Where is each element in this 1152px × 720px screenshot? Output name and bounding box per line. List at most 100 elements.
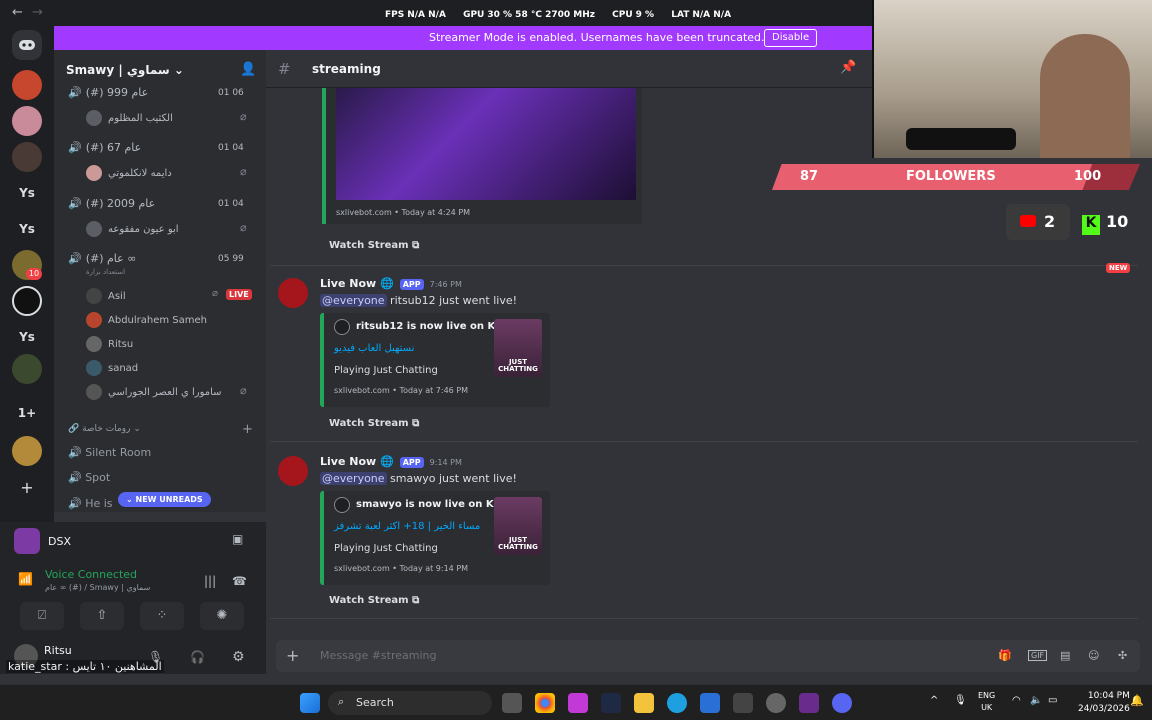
member-name: الكثيب المظلوم bbox=[108, 112, 173, 124]
notification-bell-icon[interactable]: 🔔 bbox=[1130, 694, 1144, 707]
noise-suppression-icon[interactable]: ||| bbox=[204, 574, 216, 588]
task-view-icon[interactable] bbox=[502, 693, 522, 713]
activity-card[interactable]: DSX bbox=[14, 528, 71, 554]
avatar[interactable] bbox=[278, 278, 308, 308]
server-icon[interactable] bbox=[12, 106, 42, 136]
server-icon[interactable]: 1+ bbox=[12, 398, 42, 428]
voice-member[interactable]: دايمه لانكلموتي bbox=[86, 165, 172, 181]
voice-status[interactable]: Voice Connected bbox=[45, 568, 137, 581]
gif-icon[interactable]: GIF bbox=[1028, 650, 1048, 661]
emoji-icon[interactable]: ☺ bbox=[1088, 649, 1099, 662]
add-channel-icon[interactable]: + bbox=[242, 422, 253, 437]
steam-icon[interactable] bbox=[766, 693, 786, 713]
voice-member[interactable]: الكثيب المظلوم bbox=[86, 110, 173, 126]
voice-channel[interactable]: 🔊 He is bbox=[68, 497, 113, 510]
watch-stream-button[interactable]: Watch Stream ⧉ bbox=[329, 240, 419, 251]
voice-member[interactable]: Ritsu bbox=[86, 336, 133, 352]
voice-channel[interactable]: 🔊 (#) 999 عام bbox=[68, 86, 148, 99]
gear-icon[interactable]: ⚙ bbox=[232, 649, 245, 665]
chrome-icon[interactable] bbox=[535, 693, 555, 713]
chevron-up-icon[interactable]: ^ bbox=[930, 695, 938, 706]
server-icon[interactable] bbox=[12, 142, 42, 172]
windows-start-icon[interactable] bbox=[300, 693, 320, 713]
taskbar-search[interactable]: ⌕ Search bbox=[328, 691, 492, 715]
author-name[interactable]: Live Now bbox=[320, 277, 376, 290]
server-icon[interactable]: Ys bbox=[12, 178, 42, 208]
battery-icon[interactable]: ▭ bbox=[1048, 695, 1057, 706]
pin-icon[interactable]: 📌 bbox=[840, 60, 856, 75]
voice-channel[interactable]: 🔊 (#) عام ∞ bbox=[68, 252, 136, 265]
discord-home-icon[interactable] bbox=[12, 30, 42, 60]
author-name[interactable]: Live Now bbox=[320, 455, 376, 468]
share-screen-button[interactable]: ⇧ bbox=[80, 602, 124, 630]
streamer-mode-text: Streamer Mode is enabled. Usernames have… bbox=[429, 31, 765, 44]
store-icon[interactable] bbox=[733, 693, 753, 713]
external-link-icon: ⧉ bbox=[412, 418, 420, 429]
headphones-icon[interactable]: 🎧 bbox=[190, 650, 205, 664]
app-icon[interactable] bbox=[799, 693, 819, 713]
attach-plus-icon[interactable]: + bbox=[286, 646, 299, 665]
embed-thumbnail[interactable]: JUST CHATTING bbox=[494, 497, 542, 555]
sticker-icon[interactable]: ▤ bbox=[1060, 649, 1070, 662]
disable-button[interactable]: Disable bbox=[764, 29, 818, 47]
watch-stream-button[interactable]: Watch Stream ⧉ bbox=[329, 595, 419, 606]
search-label: Search bbox=[356, 696, 394, 709]
message-input[interactable]: Message #streaming bbox=[320, 649, 436, 662]
embed-link[interactable]: نستهبل العاب فيديو bbox=[334, 343, 414, 354]
stream-preview-image[interactable] bbox=[336, 88, 636, 200]
link-icon: 🔗 bbox=[68, 424, 83, 434]
embed-thumbnail[interactable]: JUST CHATTING bbox=[494, 319, 542, 377]
outlook-icon[interactable] bbox=[700, 693, 720, 713]
server-icon[interactable] bbox=[12, 436, 42, 466]
microphone-icon[interactable]: 🎙 bbox=[954, 695, 967, 706]
voice-member[interactable]: سامورا ي العصر الجوراسي bbox=[86, 384, 222, 400]
server-icon[interactable]: Ys bbox=[12, 214, 42, 244]
voice-member[interactable]: ابو عيون مفقوعه bbox=[86, 221, 179, 237]
forward-arrow-icon[interactable]: → bbox=[32, 5, 43, 20]
active-server-icon[interactable] bbox=[12, 286, 42, 316]
everyone-mention[interactable]: @everyone bbox=[320, 294, 387, 307]
back-arrow-icon[interactable]: ← bbox=[12, 5, 23, 20]
add-server-icon[interactable]: + bbox=[12, 472, 42, 502]
category-header[interactable]: 🔗 رومات خاصة ⌄ bbox=[68, 424, 141, 434]
edge-icon[interactable] bbox=[667, 693, 687, 713]
kick-count: 10 bbox=[1106, 212, 1129, 231]
system-clock[interactable]: 10:04 PM 24/03/2026 bbox=[1078, 690, 1130, 716]
kick-viewers: K 10 bbox=[1082, 212, 1128, 235]
gift-icon[interactable]: 🎁 bbox=[998, 649, 1012, 662]
server-icon[interactable]: Ys bbox=[12, 322, 42, 352]
new-unreads-button[interactable]: ⌄ NEW UNREADS bbox=[118, 492, 211, 507]
voice-channel[interactable]: 🔊 (#) 2009 عام bbox=[68, 197, 155, 210]
voice-channel[interactable]: 🔊 (#) 67 عام bbox=[68, 141, 141, 154]
voice-channel[interactable]: 🔊 Silent Room bbox=[68, 446, 151, 459]
volume-icon[interactable]: 🔈 bbox=[1030, 695, 1042, 706]
soundboard-button[interactable]: ✺ bbox=[200, 602, 244, 630]
avatar[interactable] bbox=[278, 456, 308, 486]
apps-icon[interactable]: ✣ bbox=[1118, 649, 1127, 662]
screen-share-icon[interactable]: ▣ bbox=[232, 532, 243, 546]
add-member-icon[interactable]: 👤 bbox=[240, 62, 256, 77]
voice-channel[interactable]: 🔊 Spot bbox=[68, 471, 110, 484]
camera-off-button[interactable]: ⍁ bbox=[20, 602, 64, 630]
discord-taskbar-icon[interactable] bbox=[832, 693, 852, 713]
voice-member[interactable]: Abdulrahem Sameh bbox=[86, 312, 207, 328]
watch-stream-button[interactable]: Watch Stream ⧉ bbox=[329, 418, 419, 429]
voice-member[interactable]: sanad bbox=[86, 360, 138, 376]
language-indicator[interactable]: ENG UK bbox=[978, 690, 995, 714]
voice-member[interactable]: Asil bbox=[86, 288, 126, 304]
wifi-icon[interactable]: ◠ bbox=[1012, 695, 1021, 706]
app-icon[interactable] bbox=[601, 693, 621, 713]
server-name[interactable]: Smawy | سماوي ⌄ bbox=[66, 63, 184, 77]
server-icon[interactable] bbox=[12, 354, 42, 384]
app-icon[interactable] bbox=[568, 693, 588, 713]
embed-link[interactable]: مساء الخير | 18+ اكثر لعبة تشرفز bbox=[334, 521, 480, 532]
microphone-icon[interactable]: 🎙 bbox=[148, 650, 163, 664]
activities-button[interactable]: ⁘ bbox=[140, 602, 184, 630]
channel-title: streaming bbox=[312, 62, 381, 76]
disconnect-icon[interactable]: ☎ bbox=[232, 574, 247, 588]
server-icon[interactable] bbox=[12, 70, 42, 100]
channel-name: Spot bbox=[85, 471, 111, 484]
file-explorer-icon[interactable] bbox=[634, 693, 654, 713]
everyone-mention[interactable]: @everyone bbox=[320, 472, 387, 485]
username[interactable]: Ritsu bbox=[44, 644, 72, 657]
